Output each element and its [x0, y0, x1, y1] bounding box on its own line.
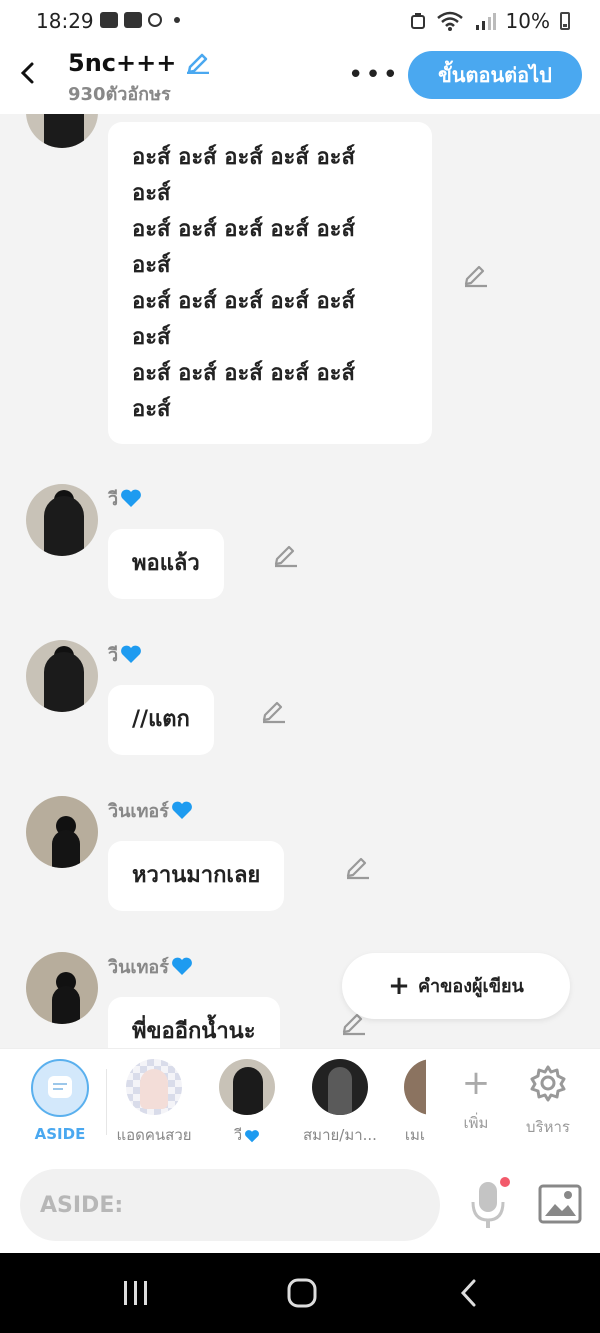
- microphone-icon[interactable]: [466, 1176, 512, 1230]
- divider: [106, 1069, 107, 1135]
- plus-icon: +: [388, 971, 410, 1001]
- manage-label: บริหาร: [526, 1118, 570, 1136]
- youtube-notification-icon: [124, 12, 142, 28]
- back-button[interactable]: [14, 58, 44, 88]
- edit-message-icon[interactable]: [272, 540, 300, 568]
- message-line: อะส์: [132, 181, 171, 206]
- plus-icon: +: [461, 1063, 491, 1103]
- sender-name-text: วี: [108, 645, 119, 666]
- edit-message-icon[interactable]: [260, 696, 288, 724]
- message-line: อะส์ อะส์ อะส์ อะส์ อะส์: [132, 361, 355, 386]
- avatar[interactable]: [26, 484, 98, 556]
- sender-name: วินเทอร์: [108, 952, 193, 981]
- story-title-area: 5nc+++ 930ตัวอักษร: [68, 48, 211, 108]
- character-label: แอดคนสวย: [116, 1126, 192, 1144]
- message-line: อะส์: [132, 397, 171, 422]
- back-nav-icon[interactable]: [450, 1277, 490, 1309]
- status-time: 18:29: [36, 9, 94, 33]
- system-status: 10%: [410, 9, 570, 33]
- edit-message-icon[interactable]: [462, 260, 490, 288]
- message-line: อะส์ อะส์ อะส์ อะส์ อะส์: [132, 145, 355, 170]
- more-options-button[interactable]: •••: [348, 60, 400, 90]
- edit-title-icon[interactable]: [185, 48, 211, 74]
- gear-icon: [530, 1065, 566, 1102]
- message-bubble[interactable]: //แตก: [108, 685, 214, 755]
- system-navigation-bar: [0, 1253, 600, 1333]
- manage-characters-button[interactable]: บริหาร: [518, 1063, 578, 1139]
- next-step-button[interactable]: ขั้นตอนต่อไป: [408, 51, 582, 99]
- sender-name: วี: [108, 640, 142, 669]
- character-label: ASIDE: [34, 1125, 86, 1143]
- message-text: พี่ขออีกน้ำนะ: [132, 1019, 256, 1044]
- add-label: เพิ่ม: [463, 1114, 489, 1132]
- avatar: [312, 1059, 368, 1115]
- sender-name-text: วินเทอร์: [108, 801, 169, 822]
- avatar[interactable]: [26, 796, 98, 868]
- recent-apps-icon[interactable]: [116, 1277, 156, 1309]
- edit-message-icon[interactable]: [344, 852, 372, 880]
- character-label: สมาย/มา...: [303, 1126, 377, 1144]
- character-item[interactable]: เมเ: [404, 1059, 426, 1147]
- message-bubble[interactable]: พี่ขออีกน้ำนะ: [108, 997, 280, 1048]
- image-icon[interactable]: [538, 1184, 582, 1224]
- character-item[interactable]: วี: [212, 1059, 282, 1147]
- author-note-button[interactable]: + คำของผู้เขียน: [342, 953, 570, 1019]
- chevron-left-icon: [20, 62, 34, 84]
- avatar[interactable]: [26, 640, 98, 712]
- sender-name-text: วี: [108, 489, 119, 510]
- blue-heart-icon: [245, 1130, 260, 1143]
- message-text: พอแล้ว: [132, 551, 200, 576]
- message-line: อะส์: [132, 253, 171, 278]
- message-input-bar: [0, 1158, 600, 1253]
- add-character-button[interactable]: + เพิ่ม: [446, 1063, 506, 1135]
- notification-icons: [100, 12, 180, 28]
- status-bar: 18:29 10%: [0, 0, 600, 44]
- sender-name: วี: [108, 484, 142, 513]
- message-text: //แตก: [132, 707, 190, 732]
- character-item[interactable]: สมาย/มา...: [298, 1059, 382, 1147]
- signal-icon: [475, 13, 496, 30]
- avatar: [219, 1059, 275, 1115]
- home-icon[interactable]: [282, 1277, 322, 1309]
- character-aside[interactable]: ASIDE: [30, 1059, 90, 1143]
- message-line: อะส์: [132, 325, 171, 350]
- chat-area[interactable]: อะส์ อะส์ อะส์ อะส์ อะส์ อะส์ อะส์ อะส์ …: [0, 114, 600, 1048]
- battery-icon: [560, 12, 570, 30]
- message-text: หวานมากเลย: [132, 863, 261, 888]
- character-bar: ASIDE แอดคนสวย วี สมาย/มา... เมเ + เพิ่ม…: [0, 1048, 600, 1158]
- battery-percent: 10%: [505, 9, 550, 33]
- avatar: [126, 1059, 182, 1115]
- alarm-icon: [410, 13, 425, 29]
- avatar: [404, 1059, 426, 1115]
- character-label-text: วี: [233, 1126, 243, 1144]
- gallery-notification-icon: [100, 12, 118, 28]
- blue-heart-icon: [172, 801, 192, 819]
- author-note-label: คำของผู้เขียน: [417, 976, 524, 997]
- character-label: วี: [212, 1123, 282, 1147]
- message-line: อะส์ อะส์ อะส์ อะส์ อะส์: [132, 217, 355, 242]
- message-bubble[interactable]: พอแล้ว: [108, 529, 224, 599]
- message-line: อะส์ อะส์ อะส์ อะส์ อะส์: [132, 289, 355, 314]
- wifi-icon: [436, 11, 463, 31]
- top-bar: 5nc+++ 930ตัวอักษร ••• ขั้นตอนต่อไป: [0, 44, 600, 114]
- message-bubble[interactable]: หวานมากเลย: [108, 841, 285, 911]
- character-count: 930ตัวอักษร: [68, 84, 171, 105]
- sender-name-text: วินเทอร์: [108, 957, 169, 978]
- page-title: 5nc+++: [68, 49, 177, 77]
- character-label: เมเ: [404, 1126, 426, 1144]
- avatar[interactable]: [26, 952, 98, 1024]
- blue-heart-icon: [172, 957, 192, 975]
- aside-icon: [31, 1059, 89, 1117]
- message-input[interactable]: [20, 1169, 440, 1241]
- app-notification-icon: [148, 13, 162, 27]
- sender-name: วินเทอร์: [108, 796, 193, 825]
- blue-heart-icon: [121, 645, 142, 663]
- message-bubble[interactable]: อะส์ อะส์ อะส์ อะส์ อะส์ อะส์ อะส์ อะส์ …: [108, 122, 432, 444]
- more-notifications-dot: [174, 17, 180, 23]
- blue-heart-icon: [121, 489, 142, 507]
- avatar[interactable]: [26, 114, 98, 148]
- character-item[interactable]: แอดคนสวย: [114, 1059, 194, 1147]
